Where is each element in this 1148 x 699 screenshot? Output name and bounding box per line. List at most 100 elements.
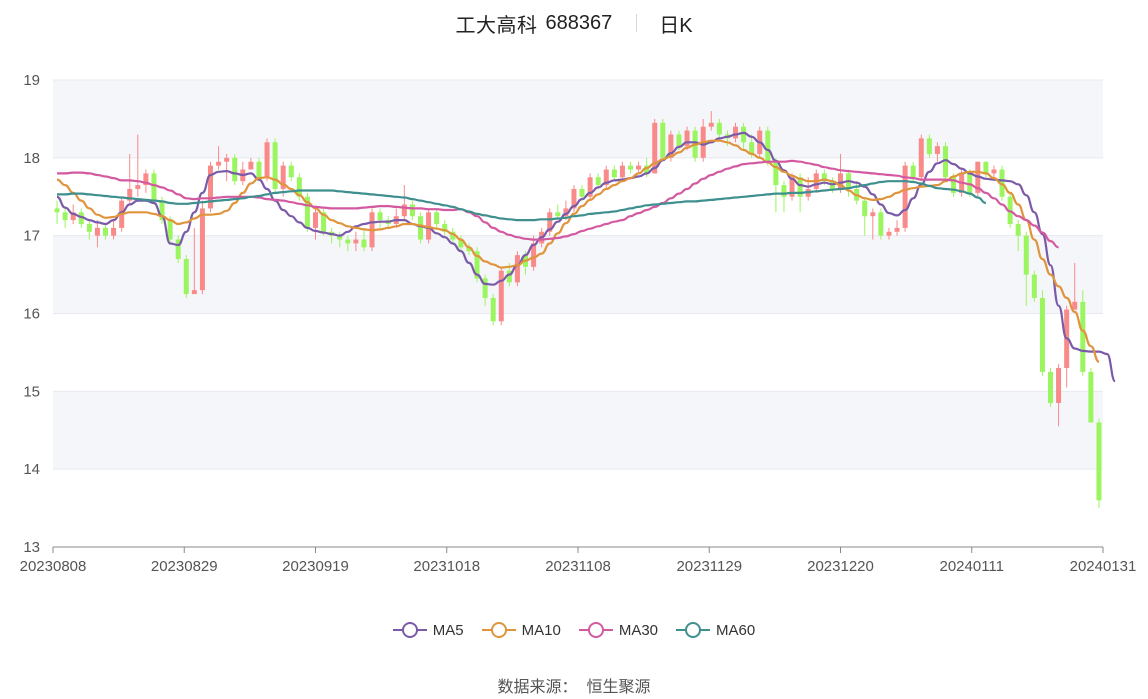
candle-body	[983, 161, 989, 174]
grid-band	[53, 235, 1103, 314]
candle-body	[353, 239, 359, 244]
candle-body	[1031, 274, 1037, 298]
candle-body	[183, 259, 189, 295]
candle-body	[102, 227, 109, 236]
candle-body	[434, 212, 440, 224]
y-tick-label: 17	[23, 228, 40, 245]
candle-body	[926, 138, 932, 154]
legend-label-ma10: MA10	[521, 621, 561, 639]
ma30-legend-icon	[578, 620, 613, 640]
source-label: 数据来源：	[497, 679, 578, 696]
x-tick-label: 20231108	[545, 558, 611, 575]
ma10-legend-icon	[481, 620, 516, 640]
data-source: 数据来源： 恒生聚源	[0, 673, 1148, 697]
candle-body	[361, 239, 367, 248]
candle-body	[345, 239, 351, 244]
candle-body	[377, 212, 383, 221]
x-tick-label: 20231129	[676, 558, 742, 575]
ma5-legend-icon	[392, 620, 427, 640]
candle-body	[781, 185, 787, 197]
legend-label-ma60: MA60	[716, 621, 756, 639]
legend-label-ma30: MA30	[618, 621, 659, 639]
candle-body	[716, 122, 722, 135]
candle-body	[627, 165, 634, 170]
candle-body	[312, 212, 319, 228]
candle-body	[636, 165, 642, 170]
x-tick-label: 20230808	[20, 558, 87, 575]
legend-item-ma60[interactable]: MA60	[676, 620, 755, 640]
candle-body	[991, 169, 997, 174]
candle-body	[264, 142, 270, 178]
x-tick-label: 20240111	[939, 558, 1004, 575]
candle-body	[135, 185, 141, 189]
candle-body	[94, 227, 100, 236]
candle-body	[732, 126, 739, 139]
candle-body	[894, 227, 900, 232]
y-tick-label: 18	[23, 150, 40, 167]
x-tick-label: 20240131	[1070, 558, 1137, 575]
candle-body	[749, 142, 755, 154]
candle-body	[490, 297, 496, 322]
candle-body	[934, 146, 940, 154]
candle-body	[111, 227, 117, 236]
x-tick-label: 20230919	[282, 558, 349, 575]
candle-body	[579, 188, 585, 197]
candle-body	[910, 165, 916, 178]
candle-body	[86, 223, 92, 232]
candle-body	[870, 212, 876, 217]
y-tick-label: 15	[23, 383, 40, 400]
candle-body	[765, 130, 771, 162]
candle-body	[886, 231, 892, 236]
candle-body	[54, 208, 60, 213]
candle-body	[216, 161, 222, 166]
ma60-legend-icon	[676, 620, 711, 640]
candle-body	[191, 290, 197, 295]
candle-body	[595, 177, 601, 186]
legend-item-ma5[interactable]: MA5	[392, 620, 464, 640]
legend-item-ma10[interactable]: MA10	[481, 620, 561, 640]
grid-band	[53, 391, 1103, 470]
candle-body	[1056, 367, 1062, 404]
candle-body	[151, 173, 157, 201]
y-tick-label: 16	[23, 306, 40, 323]
candle-body	[62, 212, 68, 221]
y-tick-label: 14	[23, 461, 40, 478]
chart-legend: MA5 MA10 MA30 MA60	[0, 620, 1148, 640]
y-tick-label: 13	[23, 539, 40, 556]
candle-body	[555, 212, 561, 217]
candle-body	[676, 134, 682, 147]
candle-body	[1023, 235, 1029, 275]
candle-body	[288, 165, 294, 178]
candle-body	[167, 220, 173, 240]
candle-body	[248, 161, 254, 170]
legend-label-ma5: MA5	[432, 621, 464, 639]
candle-body	[272, 142, 278, 189]
candle-body	[498, 270, 504, 322]
candle-body	[708, 122, 714, 127]
y-tick-label: 19	[23, 72, 40, 89]
candle-body	[224, 157, 230, 162]
candle-body	[773, 161, 779, 186]
candle-body	[417, 216, 424, 240]
legend-item-ma30[interactable]: MA30	[578, 620, 659, 640]
candle-body	[1088, 371, 1094, 423]
candle-body	[401, 204, 407, 217]
candle-body	[1047, 371, 1054, 404]
candle-body	[611, 169, 617, 178]
candle-body	[619, 165, 625, 178]
candle-body	[918, 138, 924, 178]
candle-body	[660, 122, 666, 158]
candle-body	[862, 200, 868, 217]
candle-body	[1080, 301, 1086, 372]
x-tick-label: 20231220	[807, 558, 874, 575]
candle-body	[1015, 223, 1021, 236]
x-tick-label: 20231018	[413, 558, 480, 575]
source-value: 恒生聚源	[586, 679, 651, 696]
candle-body	[199, 208, 205, 291]
candle-body	[878, 212, 884, 236]
candle-body	[409, 204, 415, 217]
candle-body	[232, 157, 238, 182]
x-tick-label: 20230829	[151, 558, 218, 575]
candle-body	[256, 161, 262, 178]
candlestick-chart: 13 14 15 16 17 18 19 20230808 20230829 20230919 20…	[20, 72, 1137, 575]
